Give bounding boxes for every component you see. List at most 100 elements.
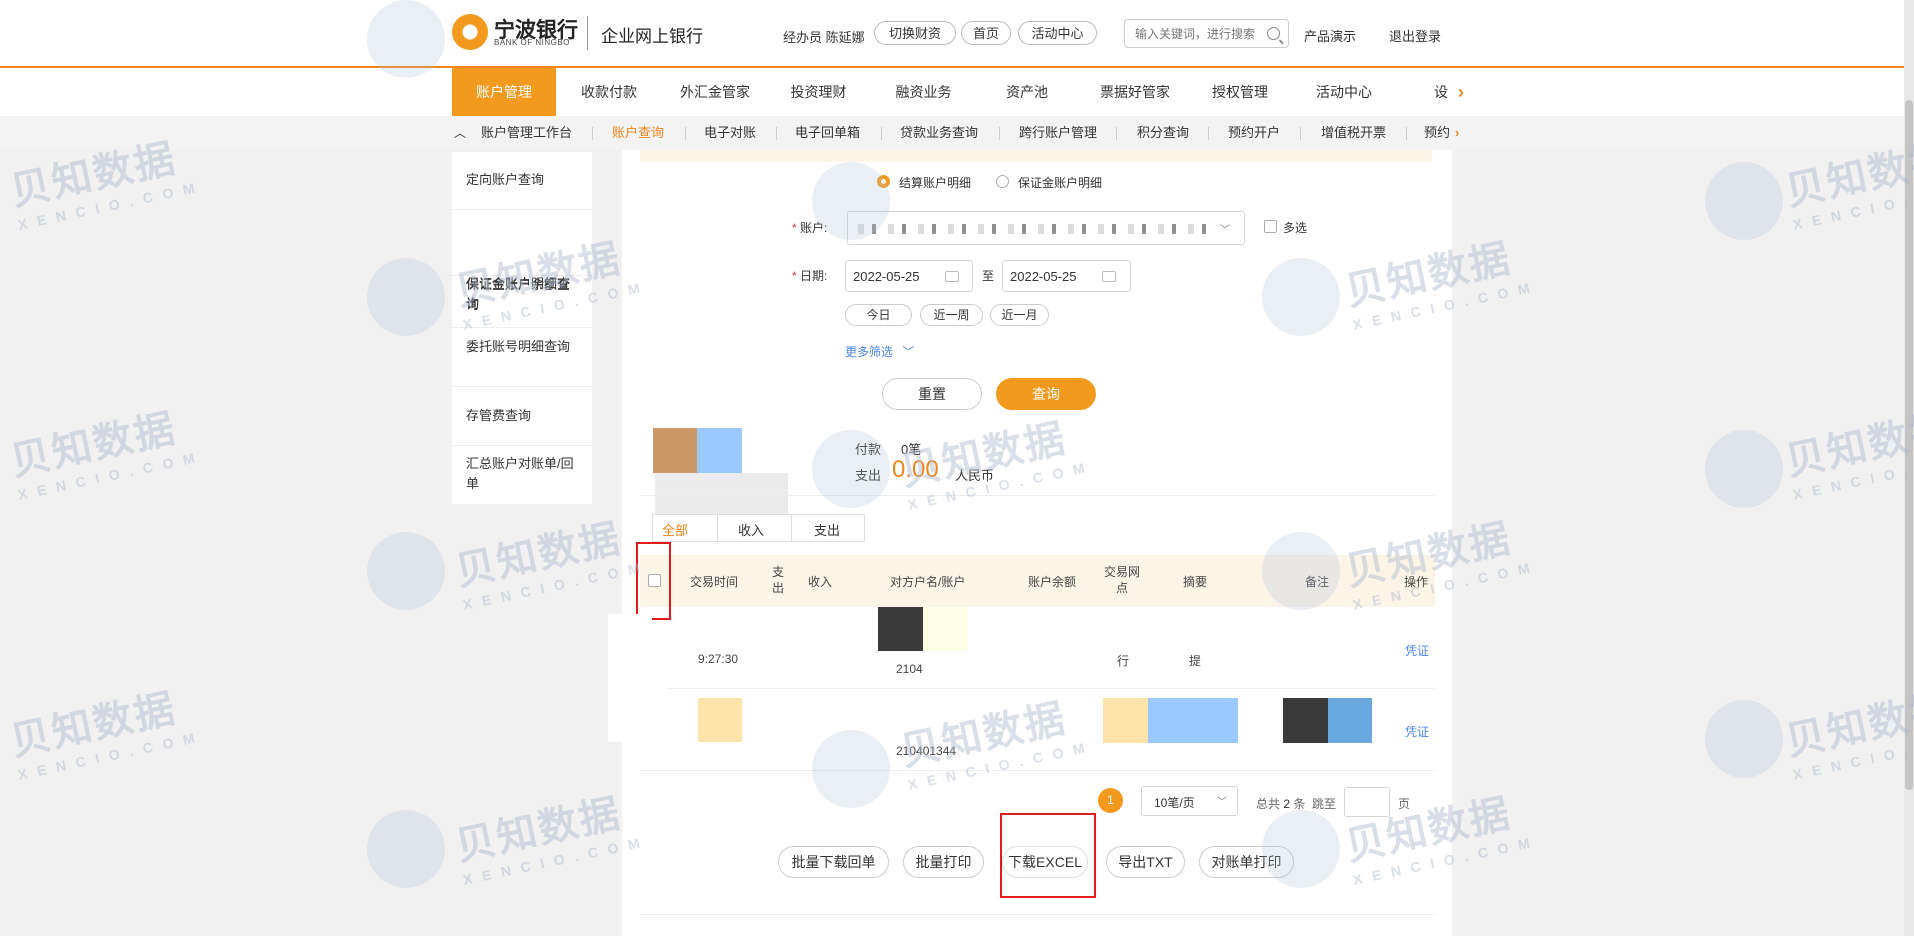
- watermark: 贝知数据 XENCIO.COM: [1781, 686, 1914, 783]
- sidebar: 定向账户查询 保证金账户余额查询 保证金账户明细查询 委托账号明细查询 存管费查…: [452, 152, 592, 504]
- watermark-logo-icon: [1705, 162, 1783, 240]
- nav-financing[interactable]: 融资业务: [885, 68, 962, 116]
- query-button[interactable]: 查询: [996, 378, 1096, 410]
- multi-select-checkbox[interactable]: [1264, 220, 1277, 233]
- calendar-icon: [1102, 271, 1116, 282]
- nav-authorization[interactable]: 授权管理: [1200, 68, 1280, 116]
- masked-image-block: [608, 614, 652, 654]
- subnav-divider: [685, 127, 686, 140]
- col-header-counterparty: 对方户名/账户: [890, 575, 966, 589]
- watermark: 贝知数据 XENCIO.COM: [6, 686, 206, 783]
- tab-divider: [717, 514, 718, 542]
- more-filter-toggle[interactable]: 更多筛选 ﹀: [845, 343, 914, 360]
- date-end-input[interactable]: 2022-05-25: [1002, 260, 1131, 292]
- chevron-down-icon: ﹀: [902, 345, 915, 359]
- batch-print-button[interactable]: 批量打印: [903, 846, 984, 878]
- page-scrollbar-thumb[interactable]: [1905, 100, 1913, 790]
- reset-button[interactable]: 重置: [882, 378, 982, 410]
- date-end-value: 2022-05-25: [1010, 269, 1077, 284]
- range-today-button[interactable]: 今日: [845, 304, 912, 326]
- home-button[interactable]: 首页: [961, 21, 1011, 45]
- date-start-value: 2022-05-25: [853, 269, 920, 284]
- row-divider: [640, 688, 1435, 689]
- watermark: 贝知数据 XENCIO.COM: [451, 791, 651, 888]
- date-start-input[interactable]: 2022-05-25: [845, 260, 973, 292]
- total-count: 总共 2 条: [1256, 797, 1306, 811]
- sidebar-item-summary-statement[interactable]: 汇总账户对账单/回单: [452, 447, 592, 504]
- watermark-logo-icon: [367, 258, 445, 336]
- table-row-1-branch: 行: [1117, 654, 1130, 668]
- sidebar-item-entrusted-detail[interactable]: 委托账号明细查询: [452, 329, 592, 387]
- currency-label: 人民币: [955, 468, 995, 483]
- sidebar-item-margin-balance[interactable]: 保证金账户余额查询: [452, 211, 592, 312]
- range-month-button[interactable]: 近一月: [990, 304, 1049, 326]
- table-row-1-time: 9:27:30: [698, 652, 739, 666]
- search-box[interactable]: [1124, 19, 1289, 48]
- subnav-cross-bank[interactable]: 跨行账户管理: [1019, 116, 1097, 150]
- col-header-balance: 账户余额: [1028, 575, 1077, 589]
- pay-label: 付款: [855, 442, 882, 457]
- masked-image-block: [1283, 698, 1328, 743]
- subnav-points[interactable]: 积分查询: [1137, 116, 1189, 150]
- date-label: * 日期:: [792, 269, 828, 283]
- col-header-expense: 支出: [771, 565, 784, 595]
- nav-investment[interactable]: 投资理财: [780, 68, 857, 116]
- page-size-select[interactable]: 10笔/页 ﹀: [1141, 786, 1238, 816]
- subnav-e-receipt-box[interactable]: 电子回单箱: [795, 116, 860, 150]
- nav-receipts-payments[interactable]: 收款付款: [567, 68, 651, 116]
- tab-all[interactable]: 全部: [662, 520, 688, 539]
- jump-page-input[interactable]: [1344, 787, 1390, 817]
- logout-link[interactable]: 退出登录: [1389, 26, 1441, 45]
- col-header-remark: 备注: [1305, 575, 1330, 589]
- subnav-loan-query[interactable]: 贷款业务查询: [900, 116, 978, 150]
- radio-margin-detail[interactable]: [996, 175, 1009, 188]
- subnav-scroll-right-icon[interactable]: ›: [1455, 116, 1459, 150]
- masked-image-block: [653, 428, 697, 473]
- subnav-reserve-account[interactable]: 预约开户: [1228, 116, 1280, 150]
- expense-amount: 0.00: [892, 456, 939, 483]
- radio-settlement-detail[interactable]: [877, 175, 890, 188]
- subnav-divider: [881, 127, 882, 140]
- nav-asset-pool[interactable]: 资产池: [990, 68, 1064, 116]
- table-row-2-voucher-link[interactable]: 凭证: [1405, 723, 1429, 740]
- multi-select-label: 多选: [1283, 221, 1308, 235]
- statement-print-button[interactable]: 对账单打印: [1199, 846, 1294, 878]
- masked-account-number: [858, 224, 1208, 234]
- range-week-button[interactable]: 近一周: [920, 304, 983, 326]
- page-1-button[interactable]: 1: [1098, 788, 1123, 813]
- nav-settings[interactable]: 设: [1430, 68, 1452, 116]
- batch-download-receipts-button[interactable]: 批量下载回单: [778, 846, 889, 878]
- nav-fx-manager[interactable]: 外汇金管家: [665, 68, 765, 116]
- switch-treasury-button[interactable]: 切换财资: [874, 21, 956, 45]
- nav-account-management[interactable]: 账户管理: [452, 68, 556, 116]
- account-select[interactable]: ﹀: [847, 211, 1245, 245]
- collapse-up-icon[interactable]: ︿: [454, 116, 468, 150]
- export-txt-button[interactable]: 导出TXT: [1106, 846, 1185, 878]
- col-header-summary: 摘要: [1183, 575, 1208, 589]
- subnav-workbench[interactable]: 账户管理工作台: [481, 116, 572, 150]
- nav-scroll-right-icon[interactable]: ›: [1454, 68, 1468, 116]
- masked-image-block: [923, 607, 968, 651]
- nav-bill-manager[interactable]: 票据好管家: [1090, 68, 1180, 116]
- sidebar-item-directed-account[interactable]: 定向账户查询: [452, 152, 592, 210]
- tab-expense[interactable]: 支出: [814, 520, 840, 539]
- subnav-account-query[interactable]: 账户查询: [612, 116, 664, 150]
- subnav-reserve[interactable]: 预约: [1424, 116, 1450, 150]
- search-input[interactable]: [1133, 26, 1267, 42]
- subnav-e-reconciliation[interactable]: 电子对账: [704, 116, 756, 150]
- product-demo-link[interactable]: 产品演示: [1304, 26, 1356, 45]
- search-icon[interactable]: [1267, 27, 1280, 40]
- watermark: 贝知数据 XENCIO.COM: [451, 516, 651, 613]
- subnav-vat-invoice[interactable]: 增值税开票: [1321, 116, 1386, 150]
- watermark-logo-icon: [1705, 430, 1783, 508]
- sidebar-item-margin-detail[interactable]: 保证金账户明细查询: [452, 270, 592, 328]
- activity-center-button[interactable]: 活动中心: [1018, 21, 1097, 45]
- table-row-1-voucher-link[interactable]: 凭证: [1405, 642, 1429, 659]
- tab-income[interactable]: 收入: [738, 520, 764, 539]
- tab-divider: [791, 514, 792, 542]
- subnav-divider: [592, 127, 593, 140]
- operator-name: 经办员 陈延娜: [783, 30, 865, 45]
- nav-activity-center[interactable]: 活动中心: [1306, 68, 1382, 116]
- sidebar-item-custody-fee[interactable]: 存管费查询: [452, 388, 592, 446]
- sub-nav: ︿ 账户管理工作台 账户查询 电子对账 电子回单箱 贷款业务查询 跨行账户管理 …: [0, 116, 1914, 150]
